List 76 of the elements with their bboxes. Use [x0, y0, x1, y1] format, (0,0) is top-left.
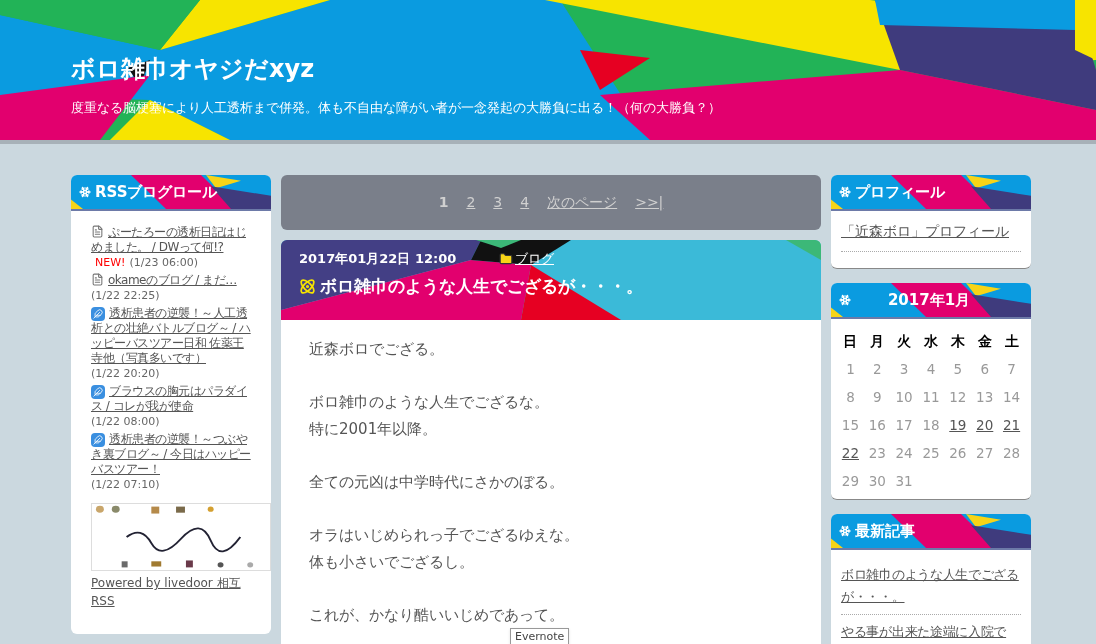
tooltip: Evernote: [510, 628, 570, 644]
calendar-day: 29: [841, 471, 859, 492]
calendar-day: 1: [846, 359, 855, 380]
calendar-day: 4: [926, 359, 936, 380]
calendar-day: 8: [846, 387, 855, 408]
atom-icon: [299, 278, 316, 296]
weekday-label: 木: [949, 332, 966, 352]
calendar-day: 16: [868, 415, 886, 436]
recent-post-link[interactable]: やる事が出来た途端に入院で: [841, 615, 1021, 644]
widget-title: RSSブログロール: [95, 181, 218, 203]
calendar-day: 10: [895, 387, 913, 408]
rss-entry-link[interactable]: 透析患者の逆襲！～人工透析との壮絶バトルブログ～ / ハッピーバスツアー日和 佐薬王寺他（写真多いです）: [91, 306, 251, 366]
powered-by-link[interactable]: Powered by livedoor 相互RSS: [91, 574, 251, 610]
entry-time: (1/22 20:20): [91, 366, 160, 381]
calendar-day: 13: [976, 387, 994, 408]
body-text: これが、かなり酷いいじめであって。: [309, 605, 565, 626]
calendar-day: 31: [895, 471, 913, 492]
calendar-day: 27: [976, 443, 994, 464]
entry-time: (1/22 22:25): [91, 288, 160, 303]
feather-icon: [91, 307, 105, 321]
calendar-day-link[interactable]: 22: [841, 443, 859, 464]
weekday-label: 水: [923, 332, 939, 352]
entry-time: (1/22 07:10): [91, 477, 160, 492]
calendar-day: 9: [872, 387, 882, 408]
category-link[interactable]: ブログ: [515, 249, 554, 269]
weekday-label: 金: [976, 332, 993, 352]
calendar-day: 12: [949, 387, 967, 408]
page-icon: [91, 273, 104, 286]
page-icon: [91, 225, 104, 238]
body-text: オラはいじめられっ子でござるゆえな。: [309, 525, 580, 546]
widget-title: 2017年1月: [887, 290, 971, 311]
calendar-day-link[interactable]: 19: [949, 415, 967, 436]
rss-entry-link[interactable]: ブラウスの胸元はパラダイス / コレが我が使命: [91, 384, 251, 414]
rss-entry-link[interactable]: ぷーたろーの透析日記はじめました。 / DWって何!?: [91, 225, 251, 255]
snowflake-icon: [79, 186, 91, 198]
calendar-day: 14: [1002, 387, 1021, 408]
calendar-day: 6: [980, 359, 989, 380]
entry-time: (1/23 06:00): [129, 255, 198, 270]
calendar-day: 17: [895, 415, 913, 436]
calendar-day: 30: [868, 471, 886, 492]
calendar-day: 26: [949, 443, 967, 464]
weekday-label: 火: [896, 332, 913, 352]
body-text: 特に2001年以降。: [309, 419, 439, 440]
post-datetime: 2017年01月22日 12:00: [299, 250, 458, 269]
calendar-day: 3: [899, 359, 909, 380]
body-text: 全ての元凶は中学時代にさかのぼる。: [309, 472, 565, 493]
body-text: 体も小さいでござるし。: [309, 552, 475, 573]
weekday-label: 月: [869, 332, 886, 352]
rss-entry-link[interactable]: okameのブログ / まだ…: [91, 273, 251, 288]
calendar-day: 23: [868, 443, 886, 464]
weekday-label: 日: [842, 332, 859, 352]
snowflake-icon: [839, 186, 851, 198]
calendar-day: 28: [1002, 443, 1021, 464]
calendar-day: 2: [872, 359, 882, 380]
calendar-day: 5: [953, 359, 963, 380]
calendar-day-link[interactable]: 20: [976, 415, 994, 436]
profile-link[interactable]: 「近森ボロ」プロフィール: [841, 221, 1021, 253]
calendar-day: 11: [922, 387, 940, 408]
calendar-day: 7: [1007, 359, 1016, 380]
feather-icon: [91, 385, 105, 399]
folder-icon: [499, 252, 513, 266]
snowflake-icon: [839, 294, 851, 307]
calendar-day: 15: [841, 415, 859, 436]
recent-post-link[interactable]: ボロ雑巾のような人生でござるが・・・。: [841, 558, 1021, 616]
feather-icon: [91, 433, 105, 447]
weekday-label: 土: [1003, 332, 1020, 352]
snowflake-icon: [839, 525, 851, 538]
calendar-day: 25: [922, 443, 940, 464]
new-label: NEW!: [95, 255, 126, 270]
calendar-day: 18: [922, 415, 940, 436]
calendar-day: 24: [895, 443, 913, 464]
entry-time: (1/22 08:00): [91, 414, 160, 429]
rss-entry-link[interactable]: 透析患者の逆襲！～つぶやき裏ブログ～ / 今日はハッピーバスツアー！: [91, 432, 251, 477]
calendar-day-link[interactable]: 21: [1002, 415, 1021, 436]
body-text: 近森ボロでござる。: [309, 339, 445, 360]
body-text: ボロ雑巾のような人生でござるな。: [309, 392, 550, 413]
